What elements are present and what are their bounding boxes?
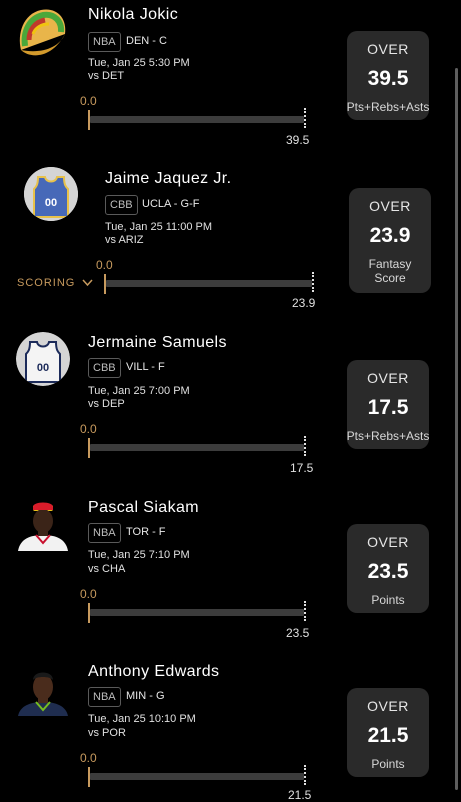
player-name: Nikola Jokic	[88, 6, 179, 23]
progress-track	[90, 773, 304, 780]
team-position: DEN - C	[126, 35, 167, 47]
progress-start-label: 0.0	[80, 587, 97, 601]
progress-end-tick	[312, 272, 314, 292]
player-name: Jermaine Samuels	[88, 334, 227, 351]
progress-end-tick	[304, 108, 306, 128]
progress-track	[90, 444, 304, 451]
progress-end-label: 39.5	[286, 133, 310, 147]
line-value: 21.5	[367, 724, 409, 747]
stat-type: Points	[371, 593, 405, 607]
over-under-label: OVER	[367, 534, 409, 550]
progress-end-tick	[304, 765, 306, 785]
stat-type: Fantasy Score	[368, 257, 412, 285]
player-card-jaquez[interactable]: 00 Jaime Jaquez Jr. CBB UCLA - G-F Tue, …	[0, 160, 461, 320]
line-value: 23.5	[367, 560, 409, 583]
team-position: MIN - G	[126, 690, 165, 702]
league-badge: CBB	[88, 358, 121, 378]
game-time: Tue, Jan 25 7:00 PM	[88, 385, 190, 397]
player-card-samuels[interactable]: 00 Jermaine Samuels CBB VILL - F Tue, Ja…	[0, 320, 461, 485]
game-time: Tue, Jan 25 5:30 PM	[88, 57, 190, 69]
league-badge: NBA	[88, 32, 121, 52]
chevron-down-icon	[79, 277, 93, 289]
scoring-label: SCORING	[17, 277, 76, 289]
player-card-edwards[interactable]: Anthony Edwards NBA MIN - G Tue, Jan 25 …	[0, 650, 461, 802]
player-card-jokic[interactable]: Nikola Jokic NBA DEN - C Tue, Jan 25 5:3…	[0, 0, 461, 160]
projection-box[interactable]: OVER 23.5 Points	[347, 524, 429, 613]
progress-start-label: 0.0	[80, 751, 97, 765]
progress-end-label: 23.5	[286, 626, 310, 640]
line-value: 23.9	[369, 224, 411, 247]
opponent: vs POR	[88, 727, 126, 739]
progress-track	[106, 280, 312, 287]
stat-type: Pts+Rebs+Asts	[346, 100, 430, 114]
progress-track	[90, 609, 304, 616]
taco-icon	[15, 4, 71, 64]
jersey-icon: 00	[16, 332, 70, 386]
scrollbar[interactable]	[455, 68, 458, 790]
game-time: Tue, Jan 25 10:10 PM	[88, 713, 196, 725]
line-value: 17.5	[367, 396, 409, 419]
team-position: VILL - F	[126, 361, 165, 373]
game-time: Tue, Jan 25 7:10 PM	[88, 549, 190, 561]
projection-box[interactable]: OVER 17.5 Pts+Rebs+Asts	[347, 360, 429, 449]
opponent: vs DEP	[88, 398, 125, 410]
progress-start-label: 0.0	[96, 258, 113, 272]
opponent: vs ARIZ	[105, 234, 144, 246]
stat-type: Pts+Rebs+Asts	[346, 429, 430, 443]
progress-end-label: 17.5	[290, 461, 314, 475]
team-position: UCLA - G-F	[142, 198, 200, 210]
over-under-label: OVER	[369, 198, 411, 214]
projection-box[interactable]: OVER 39.5 Pts+Rebs+Asts	[347, 31, 429, 120]
league-badge: CBB	[105, 195, 138, 215]
svg-text:00: 00	[37, 362, 49, 374]
league-badge: NBA	[88, 523, 121, 543]
opponent: vs CHA	[88, 563, 126, 575]
stat-type: Points	[371, 757, 405, 771]
over-under-label: OVER	[367, 698, 409, 714]
over-under-label: OVER	[367, 41, 409, 57]
player-photo	[16, 662, 70, 716]
line-value: 39.5	[367, 67, 409, 90]
progress-end-tick	[304, 436, 306, 456]
game-time: Tue, Jan 25 11:00 PM	[105, 221, 213, 233]
team-position: TOR - F	[126, 526, 166, 538]
svg-text:00: 00	[45, 197, 57, 209]
progress-end-tick	[304, 601, 306, 621]
player-name: Anthony Edwards	[88, 663, 220, 680]
opponent: vs DET	[88, 70, 125, 82]
player-photo	[16, 497, 70, 551]
over-under-label: OVER	[367, 370, 409, 386]
league-badge: NBA	[88, 687, 121, 707]
progress-start-label: 0.0	[80, 94, 97, 108]
progress-start-label: 0.0	[80, 422, 97, 436]
jersey-icon: 00	[24, 167, 78, 221]
progress-end-label: 23.9	[292, 296, 316, 310]
player-name: Pascal Siakam	[88, 499, 200, 516]
projection-box[interactable]: OVER 21.5 Points	[347, 688, 429, 777]
progress-track	[90, 116, 304, 123]
player-card-siakam[interactable]: Pascal Siakam NBA TOR - F Tue, Jan 25 7:…	[0, 485, 461, 650]
scoring-toggle[interactable]: SCORING	[17, 277, 93, 289]
player-name: Jaime Jaquez Jr.	[105, 170, 232, 187]
projection-box[interactable]: OVER 23.9 Fantasy Score	[349, 188, 431, 293]
